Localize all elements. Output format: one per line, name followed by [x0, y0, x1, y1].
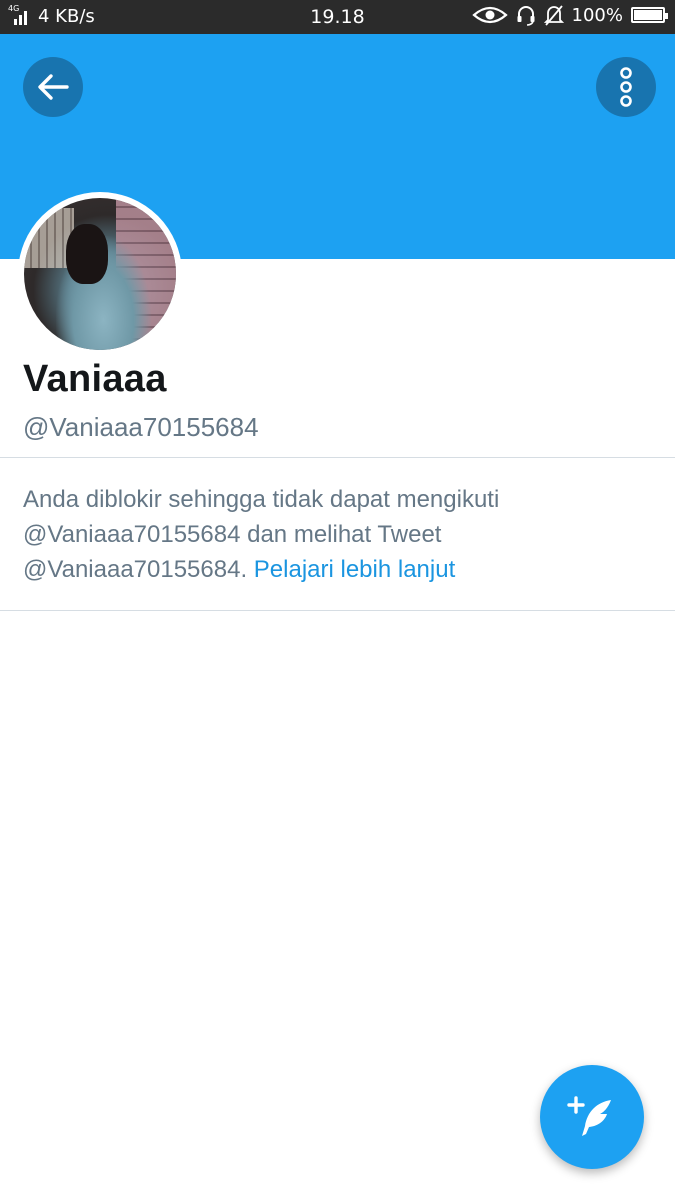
- blocked-message-handle: @Vaniaaa70155684.: [23, 556, 248, 583]
- vertical-dots-icon: [620, 67, 632, 107]
- blocked-message-line-1: Anda diblokir sehingga tidak dapat mengi…: [23, 486, 500, 513]
- username-handle: @Vaniaaa70155684: [23, 412, 259, 442]
- learn-more-link[interactable]: Pelajari lebih lanjut: [254, 556, 455, 583]
- blocked-message-line-3: @Vaniaaa70155684. Pelajari lebih lanjut: [23, 552, 653, 587]
- eye-icon: [471, 6, 508, 24]
- blocked-notice: Anda diblokir sehingga tidak dapat mengi…: [23, 482, 653, 587]
- battery-percent: 100%: [571, 4, 623, 26]
- divider: [0, 457, 675, 458]
- status-bar: 4G 4 KB/s 19.18 100%: [0, 0, 675, 34]
- compose-tweet-button[interactable]: [540, 1065, 644, 1169]
- compose-tweet-icon: [567, 1096, 611, 1136]
- display-name: Vaniaaa: [23, 358, 167, 400]
- back-button[interactable]: [23, 57, 83, 117]
- battery-icon: [631, 7, 668, 23]
- avatar[interactable]: [18, 192, 182, 356]
- blocked-message-line-2: @Vaniaaa70155684 dan melihat Tweet: [23, 521, 442, 548]
- profile-photo: [24, 198, 176, 350]
- more-options-button[interactable]: [596, 57, 656, 117]
- headset-icon: [517, 6, 535, 26]
- bell-muted-icon: [543, 5, 564, 26]
- divider: [0, 610, 675, 611]
- arrow-left-icon: [38, 74, 69, 100]
- status-right: 100%: [471, 4, 668, 26]
